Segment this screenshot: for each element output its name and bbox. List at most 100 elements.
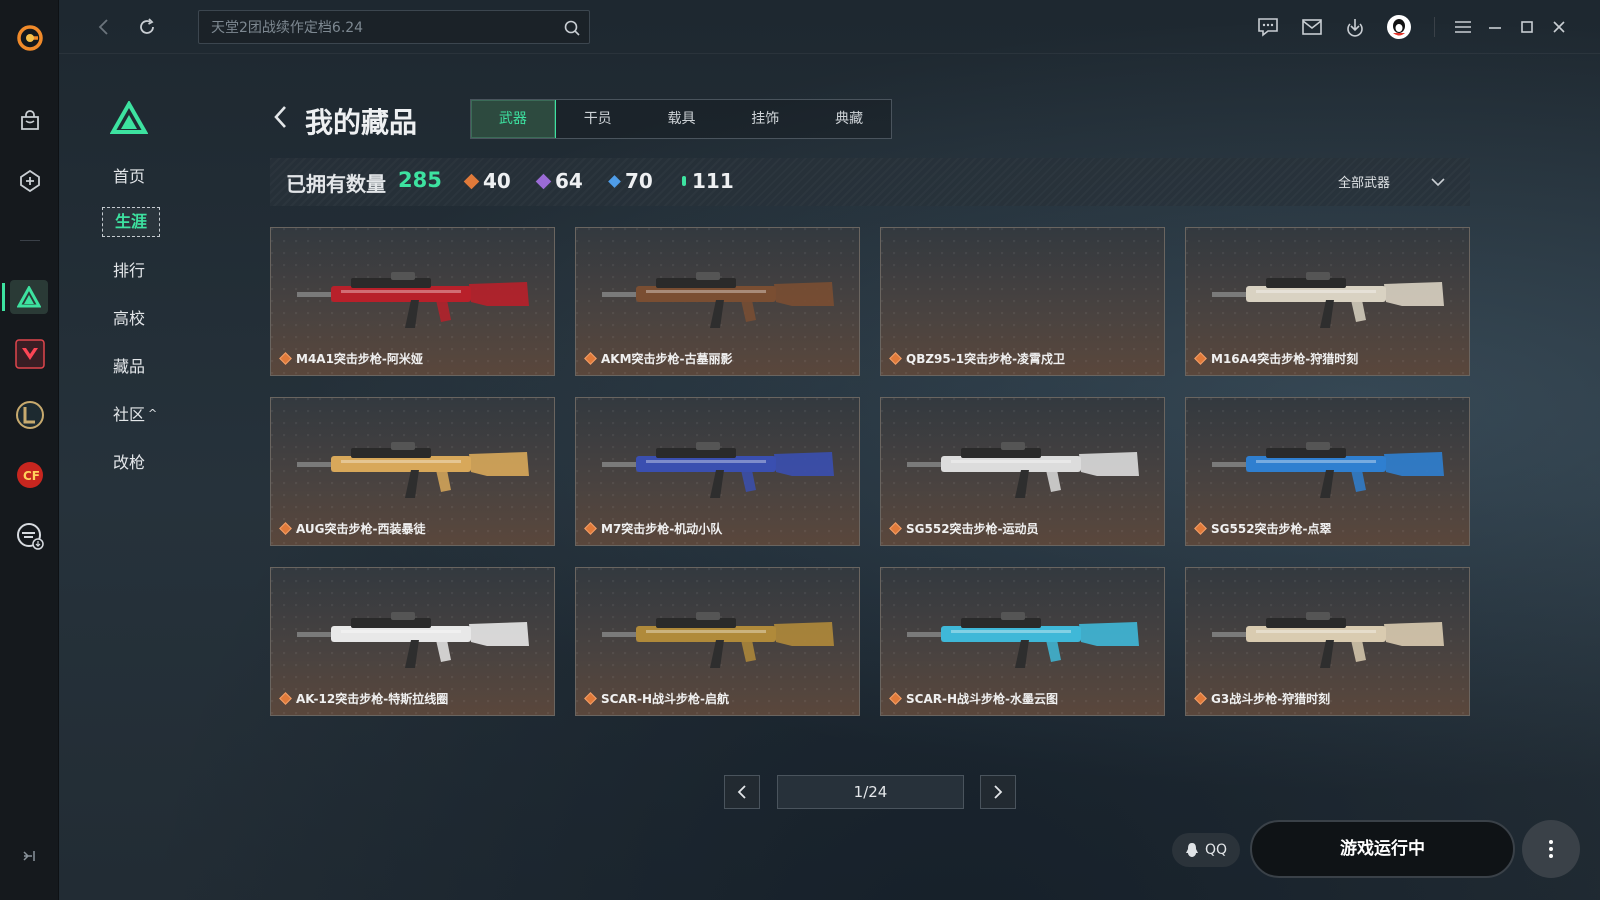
maximize-icon[interactable] xyxy=(1514,14,1540,40)
chevron-down-icon xyxy=(1431,177,1445,186)
cf-hd-icon[interactable] xyxy=(14,520,45,551)
weapon-card[interactable]: M4A1突击步枪-阿米娅 xyxy=(270,227,555,376)
weapon-card[interactable]: QBZ95-1突击步枪-凌霄戍卫 xyxy=(880,227,1165,376)
weapon-name: SCAR-H战斗步枪-水墨云图 xyxy=(906,692,1058,706)
next-page-button[interactable] xyxy=(980,775,1016,809)
rarity-diamond-icon xyxy=(279,352,292,365)
rarity-diamond-icon xyxy=(584,522,597,535)
game-tag-icon[interactable] xyxy=(14,165,45,196)
download-icon[interactable] xyxy=(1342,14,1368,40)
delta-force-icon[interactable] xyxy=(10,280,48,314)
rarity-diamond-icon xyxy=(584,352,597,365)
top-bar xyxy=(59,0,1600,54)
back-arrow-icon[interactable] xyxy=(91,14,117,40)
rarity-diamond-icon xyxy=(279,692,292,705)
rail-divider xyxy=(20,240,40,241)
weapon-image-icon xyxy=(1212,442,1444,498)
search-icon[interactable] xyxy=(563,19,581,37)
weapon-filter-dropdown[interactable]: 全部武器 xyxy=(1338,172,1446,191)
rarity-diamond-icon xyxy=(1194,522,1207,535)
weapon-card-label: G3战斗步枪-狩猎时刻 xyxy=(1194,690,1330,707)
rarity-diamond-icon xyxy=(279,522,292,535)
weapon-name: SG552突击步枪-运动员 xyxy=(906,522,1039,536)
sidebar-item-college[interactable]: 高校 xyxy=(113,305,145,329)
purple-diamond-icon xyxy=(535,173,552,189)
owned-label: 已拥有数量 xyxy=(286,172,386,196)
sidebar-item-community[interactable]: 社区 ^ xyxy=(113,401,157,425)
qq-button[interactable]: QQ xyxy=(1172,833,1240,867)
blue-triangle-icon xyxy=(608,174,621,188)
rarity-diamond-icon xyxy=(1194,352,1207,365)
weapon-name: M7突击步枪-机动小队 xyxy=(601,522,723,536)
avatar[interactable] xyxy=(1384,12,1414,42)
weapon-image-icon xyxy=(602,612,834,668)
weapon-card[interactable]: SCAR-H战斗步枪-启航 xyxy=(575,567,860,716)
green-dot-icon xyxy=(682,176,686,186)
stats-bar: 已拥有数量 285 40 64 70 111 全部武器 xyxy=(270,158,1470,206)
weapon-card[interactable]: G3战斗步枪-狩猎时刻 xyxy=(1185,567,1470,716)
prev-page-button[interactable] xyxy=(724,775,760,809)
mail-icon[interactable] xyxy=(1299,14,1325,40)
search-box xyxy=(198,10,590,44)
weapon-card[interactable]: SCAR-H战斗步枪-水墨云图 xyxy=(880,567,1165,716)
minimize-icon[interactable] xyxy=(1482,14,1508,40)
tier-stat-blue: 70 xyxy=(608,169,653,193)
delta-force-logo-icon xyxy=(109,99,149,135)
weapon-image-icon xyxy=(907,612,1139,668)
weapon-name: QBZ95-1突击步枪-凌霄戍卫 xyxy=(906,352,1066,366)
weapon-card-label: SG552突击步枪-点翠 xyxy=(1194,520,1332,537)
weapon-card[interactable]: AKM突击步枪-古墓丽影 xyxy=(575,227,860,376)
weapon-card[interactable]: AUG突击步枪-西装暴徒 xyxy=(270,397,555,546)
weapon-card[interactable]: SG552突击步枪-点翠 xyxy=(1185,397,1470,546)
tab-classics[interactable]: 典藏 xyxy=(807,100,891,138)
close-icon[interactable] xyxy=(1546,14,1572,40)
rarity-diamond-icon xyxy=(889,692,902,705)
qq-penguin-icon xyxy=(1185,843,1198,857)
valorant-icon[interactable] xyxy=(14,338,45,369)
more-vertical-icon xyxy=(1549,840,1553,858)
sidebar-item-home[interactable]: 首页 xyxy=(113,163,145,187)
game-running-button[interactable]: 游戏运行中 xyxy=(1250,820,1515,878)
more-options-button[interactable] xyxy=(1522,820,1580,878)
orange-diamond-icon xyxy=(463,173,480,189)
sidebar-item-career[interactable]: 生涯 xyxy=(102,207,160,237)
page-title: 我的藏品 xyxy=(305,106,418,139)
weapon-card-label: M4A1突击步枪-阿米娅 xyxy=(279,350,423,367)
weapon-name: SCAR-H战斗步枪-启航 xyxy=(601,692,729,706)
tier-stat-green: 111 xyxy=(682,169,734,193)
search-input[interactable] xyxy=(199,11,589,43)
tier-count: 70 xyxy=(625,169,653,193)
tab-charms[interactable]: 挂饰 xyxy=(723,100,807,138)
tab-operators[interactable]: 干员 xyxy=(556,100,640,138)
page-indicator: 1/24 xyxy=(777,775,964,809)
refresh-icon[interactable] xyxy=(134,14,160,40)
weapon-card[interactable]: AK-12突击步枪-特斯拉线圈 xyxy=(270,567,555,716)
chat-icon[interactable] xyxy=(1255,14,1281,40)
tab-weapons[interactable]: 武器 xyxy=(471,100,556,138)
tab-vehicles[interactable]: 载具 xyxy=(640,100,724,138)
tier-count: 111 xyxy=(692,169,734,193)
chevron-up-icon: ^ xyxy=(148,407,158,420)
league-icon[interactable] xyxy=(14,399,45,430)
back-chevron-icon[interactable] xyxy=(270,104,292,130)
shop-bag-icon[interactable] xyxy=(14,105,45,136)
weapon-card-label: AKM突击步枪-古墓丽影 xyxy=(584,350,733,367)
tier-count: 64 xyxy=(555,169,583,193)
sidebar-item-collection[interactable]: 藏品 xyxy=(113,353,145,377)
crossfire-icon[interactable]: CF xyxy=(14,459,45,490)
weapon-name: M16A4突击步枪-狩猎时刻 xyxy=(1211,352,1359,366)
weapon-card-label: SCAR-H战斗步枪-水墨云图 xyxy=(889,690,1058,707)
weapon-name: AKM突击步枪-古墓丽影 xyxy=(601,352,733,366)
filter-label: 全部武器 xyxy=(1337,176,1390,191)
sidebar-item-ranking[interactable]: 排行 xyxy=(113,257,145,281)
menu-icon[interactable] xyxy=(1450,14,1476,40)
collapse-rail-icon[interactable] xyxy=(18,845,40,867)
weapon-card[interactable]: M7突击步枪-机动小队 xyxy=(575,397,860,546)
weapon-card-label: M16A4突击步枪-狩猎时刻 xyxy=(1194,350,1359,367)
weapon-card-label: M7突击步枪-机动小队 xyxy=(584,520,723,537)
sidebar-item-gunsmith[interactable]: 改枪 xyxy=(113,449,145,473)
chevron-left-icon xyxy=(737,785,746,799)
weapon-card[interactable]: M16A4突击步枪-狩猎时刻 xyxy=(1185,227,1470,376)
app-logo-icon[interactable] xyxy=(14,22,45,53)
weapon-card[interactable]: SG552突击步枪-运动员 xyxy=(880,397,1165,546)
